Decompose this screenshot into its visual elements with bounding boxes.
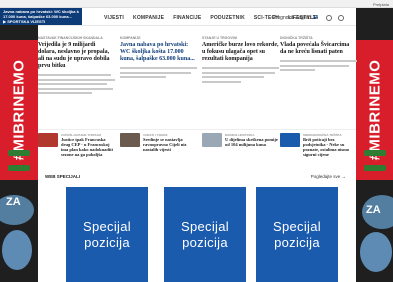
list-item[interactable]: VIJESTI / TJEDNI Sredinje se nastavlja r… bbox=[120, 133, 197, 163]
tile-text: pozicija bbox=[182, 234, 228, 250]
section-title: WEB SPECIJALI bbox=[45, 174, 81, 179]
article-headline[interactable]: Vlada povećala Švicarcima da ne kreću li… bbox=[280, 42, 357, 56]
specials-header: WEB SPECIJALI Pogledajte sve → bbox=[38, 174, 356, 182]
skin-corner-text: ZA bbox=[366, 204, 381, 216]
article-card[interactable]: STANJE U TRGOVINI Američke burze lovo re… bbox=[202, 36, 279, 128]
article-category: STANJE U TRGOVINI bbox=[202, 36, 237, 40]
ticker-line: ▶ SPORTSKA VIJESTI bbox=[3, 19, 46, 24]
list-item[interactable]: SREDNJOROČNA TRŽIŠTA Brži poticaji bez p… bbox=[280, 133, 357, 163]
secondary-articles: ZAPOŠLJAVANJE TURIZAM Justice ipak Franc… bbox=[38, 129, 356, 165]
tile-text: pozicija bbox=[84, 234, 130, 250]
subscribe-link[interactable]: Pretplata bbox=[373, 2, 389, 7]
top-articles: NASTAVAK FINANCIJSKIH SKANDALA Vrijedila… bbox=[38, 36, 357, 128]
special-tile[interactable]: Specijal pozicija bbox=[66, 187, 148, 282]
skin-badge bbox=[8, 165, 30, 171]
user-icon[interactable] bbox=[326, 15, 332, 21]
article-category: NASTAVAK FINANCIJSKIH SKANDALA bbox=[38, 36, 103, 40]
article-card[interactable]: DIONIČKA TRŽIŠTA Vlada povećala Švicarci… bbox=[280, 36, 357, 128]
article-thumbnail[interactable] bbox=[38, 133, 58, 147]
article-headline[interactable]: Brži poticaji bez podsjetnika - Neke su … bbox=[303, 137, 357, 157]
article-category: KOMPANIJE bbox=[120, 36, 141, 40]
breaking-news-ticker[interactable]: Javna nabava po hrvatski: WC školjka koš… bbox=[0, 8, 82, 25]
skin-corner-text: ZA bbox=[6, 196, 21, 208]
right-ad-skin[interactable]: #MIBRINEMO ZA bbox=[356, 0, 393, 282]
nav-item-kompanije[interactable]: KOMPANIJE bbox=[133, 15, 164, 21]
skin-decoration bbox=[2, 230, 32, 270]
skin-brand-text: #MIBRINEMO bbox=[10, 59, 28, 161]
tile-text: Specijal bbox=[181, 218, 229, 234]
article-headline[interactable]: Vrijedila je 9 milijardi dolara, neslavn… bbox=[38, 42, 115, 70]
article-thumbnail[interactable] bbox=[120, 133, 140, 147]
main-page: VIJESTI KOMPANIJE FINANCIJE PODUZETNIK S… bbox=[38, 8, 357, 282]
specials-grid: Specijal pozicija Specijal pozicija Spec… bbox=[66, 187, 356, 282]
article-headline[interactable]: Javna nabava po hrvatski: WC školjka koš… bbox=[120, 42, 197, 63]
weather-widget[interactable]: Prognoza Zagreb 34 bbox=[272, 15, 318, 21]
special-tile[interactable]: Specijal pozicija bbox=[256, 187, 338, 282]
nav-item-poduzetnik[interactable]: PODUZETNIK bbox=[210, 15, 245, 21]
special-tile[interactable]: Specijal pozicija bbox=[164, 187, 246, 282]
article-headline[interactable]: Justice ipak Francuska drug CEP - u Fran… bbox=[61, 137, 115, 157]
article-headline[interactable]: U dijelima skeškena pomije od 104 miliju… bbox=[225, 137, 279, 147]
article-excerpt bbox=[280, 60, 357, 71]
article-excerpt bbox=[38, 74, 115, 94]
tile-text: Specijal bbox=[83, 218, 131, 234]
article-headline[interactable]: Američke burze lovo rekorde, u fokusu ul… bbox=[202, 42, 279, 63]
skin-badge bbox=[8, 150, 30, 156]
left-ad-skin[interactable]: #MIBRINEMO ZA bbox=[0, 0, 38, 282]
list-item[interactable]: DIONICE HRVATSKA U dijelima skeškena pom… bbox=[202, 133, 279, 163]
article-card[interactable]: KOMPANIJE Javna nabava po hrvatski: WC š… bbox=[120, 36, 197, 128]
nav-item-vijesti[interactable]: VIJESTI bbox=[104, 15, 124, 21]
tile-text: pozicija bbox=[274, 234, 320, 250]
article-thumbnail[interactable] bbox=[280, 133, 300, 147]
browser-tab-strip: Vesti Biznis Sadržaji Fotografije Pretpl… bbox=[0, 0, 393, 14]
weather-value: 34 bbox=[312, 15, 318, 21]
article-category: DIONIČKA TRŽIŠTA bbox=[280, 36, 313, 40]
skin-badge bbox=[364, 150, 386, 156]
tile-text: Specijal bbox=[273, 218, 321, 234]
article-excerpt bbox=[202, 67, 279, 83]
skin-badge bbox=[364, 165, 386, 171]
see-all-link[interactable]: Pogledajte sve → bbox=[311, 174, 346, 179]
article-headline[interactable]: Sredinje se nastavlja ravnopravno Cijeli… bbox=[143, 137, 197, 152]
search-icon[interactable] bbox=[338, 15, 344, 21]
list-item[interactable]: ZAPOŠLJAVANJE TURIZAM Justice ipak Franc… bbox=[38, 133, 115, 163]
skin-decoration bbox=[360, 232, 392, 272]
article-excerpt bbox=[120, 67, 197, 78]
article-card[interactable]: NASTAVAK FINANCIJSKIH SKANDALA Vrijedila… bbox=[38, 36, 115, 128]
article-thumbnail[interactable] bbox=[202, 133, 222, 147]
top-navigation: VIJESTI KOMPANIJE FINANCIJE PODUZETNIK S… bbox=[38, 11, 356, 26]
skin-brand-text: #MIBRINEMO bbox=[366, 59, 384, 161]
weather-label: Prognoza Zagreb bbox=[272, 15, 312, 21]
nav-item-financije[interactable]: FINANCIJE bbox=[173, 15, 201, 21]
